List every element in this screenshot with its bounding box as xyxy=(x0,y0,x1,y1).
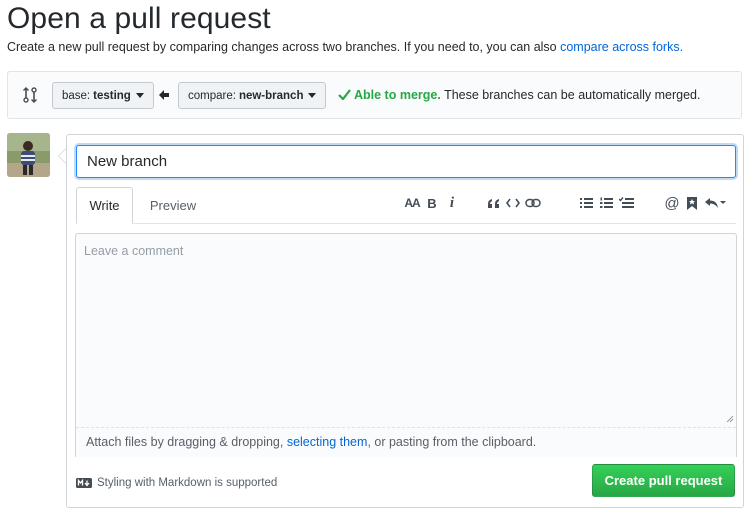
bold-icon: B xyxy=(427,195,437,211)
toolbar-list-group xyxy=(576,193,636,213)
italic-button[interactable]: i xyxy=(442,193,462,213)
header-button[interactable]: AA xyxy=(402,193,422,213)
quote-button[interactable] xyxy=(483,193,503,213)
markdown-support-note[interactable]: Styling with Markdown is supported xyxy=(76,477,277,489)
compare-across-forks-link[interactable]: compare across forks. xyxy=(560,40,683,54)
tab-preview[interactable]: Preview xyxy=(139,187,207,224)
mention-button[interactable]: @ xyxy=(662,193,682,213)
compare-branch-name: new-branch xyxy=(238,89,304,102)
attach-suffix: , or pasting from the clipboard. xyxy=(367,435,537,449)
comment-editor: Attach files by dragging & dropping, sel… xyxy=(75,233,737,457)
compare-branch-select[interactable]: compare: new-branch xyxy=(178,82,327,109)
select-files-link[interactable]: selecting them xyxy=(287,435,368,449)
avatar[interactable] xyxy=(7,133,50,177)
page-title: Open a pull request xyxy=(7,2,271,35)
page-description: Create a new pull request by comparing c… xyxy=(7,40,683,54)
reply-button[interactable] xyxy=(702,193,728,213)
unordered-list-icon xyxy=(579,198,593,208)
file-attach-bar[interactable]: Attach files by dragging & dropping, sel… xyxy=(76,427,736,457)
mention-icon: @ xyxy=(664,194,680,212)
base-branch-name: testing xyxy=(93,89,131,102)
arrow-left-icon xyxy=(159,90,169,100)
ordered-list-icon xyxy=(599,197,613,208)
markdown-icon xyxy=(76,478,92,488)
unordered-list-button[interactable] xyxy=(576,193,596,213)
reply-icon xyxy=(705,198,726,208)
create-pull-request-button[interactable]: Create pull request xyxy=(592,464,735,497)
task-list-icon xyxy=(618,197,634,208)
toolbar-format-group: AA B i xyxy=(402,193,462,213)
check-icon xyxy=(338,89,351,100)
toolbar-extra-group: @ xyxy=(662,193,728,213)
git-compare-icon xyxy=(23,87,37,103)
pull-request-title-input[interactable] xyxy=(76,145,736,178)
quote-icon xyxy=(487,198,499,208)
caret-down-icon xyxy=(308,93,317,98)
comment-textarea[interactable] xyxy=(76,234,736,426)
link-button[interactable] xyxy=(523,193,543,213)
markdown-note-text: Styling with Markdown is supported xyxy=(97,477,278,489)
bold-button[interactable]: B xyxy=(422,193,442,213)
compose-pointer-fill xyxy=(59,149,66,163)
toolbar-insert-group xyxy=(483,193,543,213)
merge-status-detail: These branches can be automatically merg… xyxy=(440,88,701,102)
base-branch-select[interactable]: base: testing xyxy=(52,82,154,109)
caret-down-icon xyxy=(135,93,144,98)
task-list-button[interactable] xyxy=(616,193,636,213)
ordered-list-button[interactable] xyxy=(596,193,616,213)
saved-reply-button[interactable] xyxy=(682,193,702,213)
pull-request-form: Write Preview AA B i @ xyxy=(66,134,744,508)
italic-icon: i xyxy=(449,194,455,211)
resize-grip-icon[interactable] xyxy=(726,415,734,423)
code-icon xyxy=(506,198,520,208)
attach-prefix: Attach files by dragging & dropping, xyxy=(86,435,287,449)
merge-status: Able to merge. These branches can be aut… xyxy=(338,88,700,102)
merge-status-label: Able to merge. xyxy=(354,88,441,102)
avatar-image xyxy=(7,133,50,177)
bookmark-icon xyxy=(687,196,697,210)
code-button[interactable] xyxy=(503,193,523,213)
tab-write[interactable]: Write xyxy=(76,187,133,224)
base-branch-prefix: base: xyxy=(62,89,91,102)
compare-branch-prefix: compare: xyxy=(188,89,236,102)
page-description-text: Create a new pull request by comparing c… xyxy=(7,40,561,54)
link-icon xyxy=(525,198,541,208)
branch-range-bar: base: testing compare: new-branch Able t… xyxy=(7,71,742,119)
header-icon: AA xyxy=(404,196,420,210)
